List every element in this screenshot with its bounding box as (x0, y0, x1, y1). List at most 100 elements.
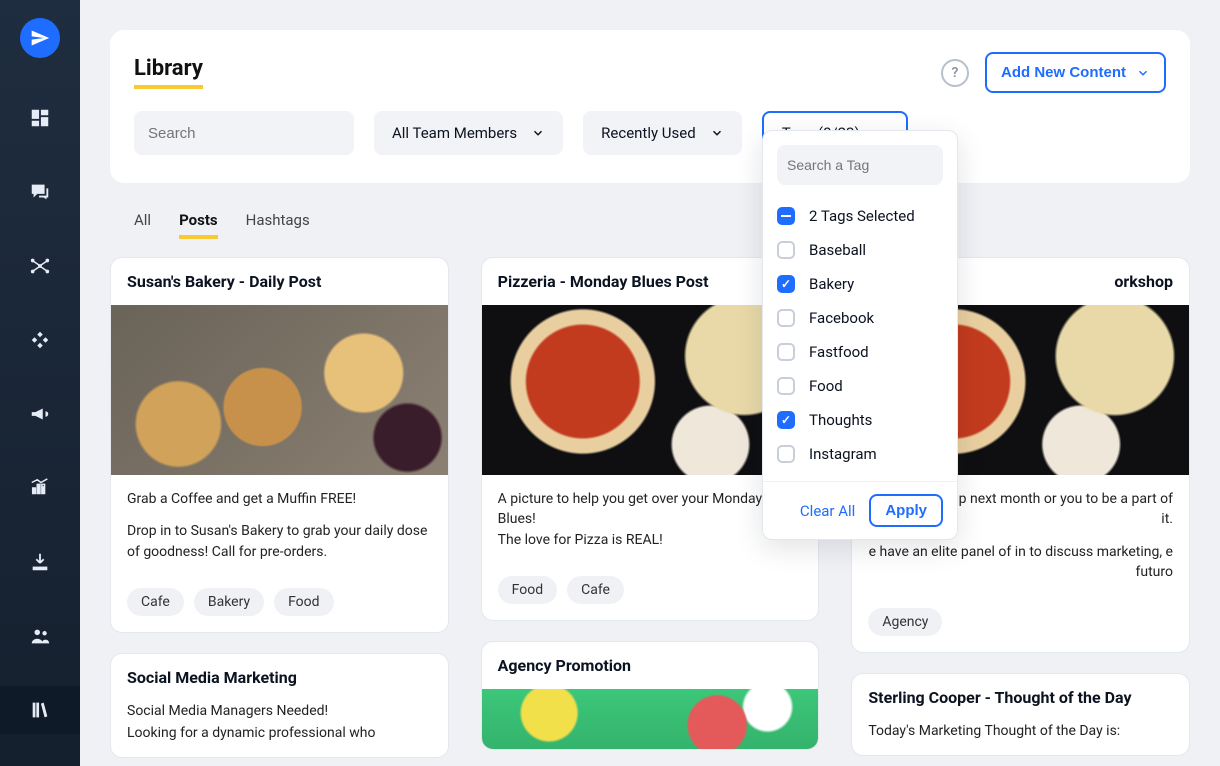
checkbox[interactable] (777, 343, 795, 361)
team-icon (29, 625, 51, 647)
card-tags: Food Cafe (482, 576, 819, 620)
analytics-icon (29, 477, 51, 499)
tags-search-wrap[interactable] (777, 145, 943, 185)
tags-summary-label: 2 Tags Selected (809, 207, 915, 225)
card-susans-bakery[interactable]: Susan's Bakery - Daily Post Grab a Coffe… (110, 257, 449, 633)
app-logo[interactable] (20, 18, 60, 58)
content-tabs: All Posts Hashtags (134, 211, 1190, 239)
megaphone-icon (29, 403, 51, 425)
tag-option-label: Fastfood (809, 343, 869, 361)
filter-recent-label: Recently Used (601, 124, 696, 142)
tags-apply-button[interactable]: Apply (869, 494, 943, 527)
chevron-down-icon (710, 126, 724, 140)
tag-option-food[interactable]: Food (777, 369, 943, 403)
card-text: Today's Marketing Thought of the Day is: (868, 721, 1173, 741)
tag-option-fastfood[interactable]: Fastfood (777, 335, 943, 369)
tag-option-baseball[interactable]: Baseball (777, 233, 943, 267)
tag-option-label: Food (809, 377, 843, 395)
checkbox[interactable] (777, 309, 795, 327)
card-image (111, 305, 448, 475)
checkbox[interactable] (777, 275, 795, 293)
tab-hashtags[interactable]: Hashtags (246, 211, 310, 239)
nav-analytics[interactable] (0, 464, 80, 512)
comments-icon (29, 181, 51, 203)
cards-grid: Susan's Bakery - Daily Post Grab a Coffe… (110, 257, 1190, 758)
card-tags: Cafe Bakery Food (111, 588, 448, 632)
nav-target[interactable] (0, 316, 80, 364)
target-icon (29, 329, 51, 351)
tag-chip[interactable]: Agency (868, 608, 942, 636)
chevron-down-icon (531, 126, 545, 140)
tags-list[interactable]: 2 Tags Selected Baseball Bakery Facebook (763, 195, 957, 481)
tag-option-label: Instagram (809, 445, 877, 463)
nav-library[interactable] (0, 686, 80, 734)
card-title: Agency Promotion (482, 642, 819, 689)
tag-chip[interactable]: Cafe (567, 576, 624, 604)
tag-chip[interactable]: Bakery (194, 588, 264, 616)
tag-option-label: Thoughts (809, 411, 872, 429)
card-title: Social Media Marketing (111, 654, 448, 701)
nav-team[interactable] (0, 612, 80, 660)
card-text: A picture to help you get over your Mond… (498, 489, 803, 509)
tags-clear-all[interactable]: Clear All (800, 502, 855, 520)
chevron-down-icon (1136, 66, 1150, 80)
filter-team-members[interactable]: All Team Members (374, 111, 563, 155)
page-title: Library (134, 56, 203, 89)
tab-all[interactable]: All (134, 211, 151, 239)
sidebar (0, 0, 80, 766)
tag-chip[interactable]: Food (274, 588, 333, 616)
checkbox[interactable] (777, 377, 795, 395)
card-text: e have an elite panel of in to discuss m… (868, 542, 1173, 583)
nav-comments[interactable] (0, 168, 80, 216)
tag-option-label: Facebook (809, 309, 874, 327)
tag-option-instagram[interactable]: Instagram (777, 437, 943, 471)
search-field-wrap[interactable] (134, 111, 354, 155)
add-content-button[interactable]: Add New Content (985, 52, 1166, 93)
nav-network[interactable] (0, 242, 80, 290)
help-button[interactable]: ? (941, 59, 969, 87)
tags-popover: 2 Tags Selected Baseball Bakery Facebook (762, 130, 958, 540)
filter-team-label: All Team Members (392, 124, 517, 142)
card-text: Grab a Coffee and get a Muffin FREE! (127, 489, 432, 509)
tab-posts[interactable]: Posts (179, 211, 218, 239)
card-image (482, 689, 819, 749)
tag-option-bakery[interactable]: Bakery (777, 267, 943, 301)
search-input[interactable] (148, 125, 347, 142)
library-panel: Library ? Add New Content All Team Membe… (110, 30, 1190, 183)
card-title: Susan's Bakery - Daily Post (111, 258, 448, 305)
card-title: Sterling Cooper - Thought of the Day (852, 674, 1189, 721)
tags-search-input[interactable] (787, 157, 968, 173)
checkbox[interactable] (777, 241, 795, 259)
add-content-label: Add New Content (1001, 64, 1126, 81)
checkbox[interactable] (777, 411, 795, 429)
card-text: Social Media Managers Needed! (127, 701, 432, 721)
checkbox-indeterminate[interactable] (777, 207, 795, 225)
dashboard-icon (29, 107, 51, 129)
tag-chip[interactable]: Cafe (127, 588, 184, 616)
checkbox[interactable] (777, 445, 795, 463)
nav-dashboard[interactable] (0, 94, 80, 142)
nav-megaphone[interactable] (0, 390, 80, 438)
tag-option-facebook[interactable]: Facebook (777, 301, 943, 335)
tag-option-label: Bakery (809, 275, 854, 293)
tag-chip[interactable]: Food (498, 576, 557, 604)
filter-recently-used[interactable]: Recently Used (583, 111, 742, 155)
main-area: Library ? Add New Content All Team Membe… (80, 0, 1220, 766)
tag-option-label: Baseball (809, 241, 866, 259)
card-body: Grab a Coffee and get a Muffin FREE! Dro… (111, 475, 448, 588)
card-text: Blues! (498, 509, 803, 529)
card-agency-promotion[interactable]: Agency Promotion (481, 641, 820, 750)
tags-popover-footer: Clear All Apply (763, 481, 957, 539)
paper-plane-icon (30, 28, 50, 48)
card-body: Today's Marketing Thought of the Day is: (852, 721, 1189, 755)
download-icon (29, 551, 51, 573)
tags-summary-row[interactable]: 2 Tags Selected (777, 199, 943, 233)
card-social-media-marketing[interactable]: Social Media Marketing Social Media Mana… (110, 653, 449, 759)
card-text: The love for Pizza is REAL! (498, 530, 803, 550)
card-text: Looking for a dynamic professional who (127, 723, 432, 743)
library-icon (29, 699, 51, 721)
card-text: Drop in to Susan's Bakery to grab your d… (127, 521, 432, 562)
tag-option-thoughts[interactable]: Thoughts (777, 403, 943, 437)
card-sterling-cooper[interactable]: Sterling Cooper - Thought of the Day Tod… (851, 673, 1190, 756)
nav-download[interactable] (0, 538, 80, 586)
